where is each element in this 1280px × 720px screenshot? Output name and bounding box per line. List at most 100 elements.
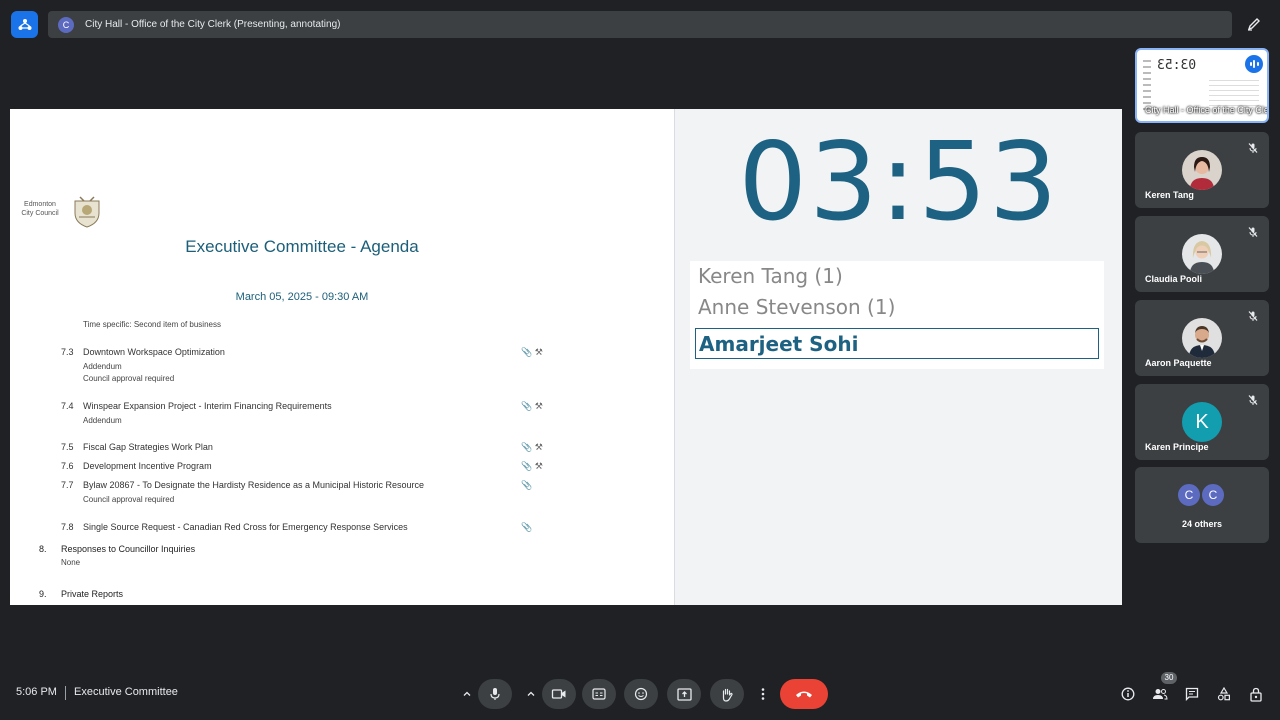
present-screen-icon bbox=[676, 687, 692, 701]
meeting-name: Executive Committee bbox=[74, 686, 178, 698]
others-count-label: 24 others bbox=[1181, 519, 1223, 529]
agenda-section-number: 9. bbox=[39, 589, 47, 599]
avatar bbox=[1182, 234, 1222, 274]
microphone-button[interactable] bbox=[478, 679, 512, 709]
agenda-item-title: Single Source Request - Canadian Red Cro… bbox=[83, 522, 408, 532]
agenda-item-sub: Council approval required bbox=[83, 495, 175, 504]
agenda-item-sub: Addendum bbox=[83, 362, 122, 371]
participant-name: Keren Tang bbox=[1145, 190, 1194, 200]
participant-tile[interactable]: Claudia Pooli bbox=[1135, 216, 1269, 292]
people-icon bbox=[1153, 689, 1168, 700]
camera-icon bbox=[551, 689, 566, 699]
current-speaker: Amarjeet Sohi bbox=[695, 328, 1099, 359]
annotate-button[interactable] bbox=[1242, 12, 1266, 36]
mic-off-icon bbox=[1248, 227, 1258, 237]
participant-tile[interactable]: Aaron Paquette bbox=[1135, 300, 1269, 376]
host-controls-button[interactable] bbox=[1247, 685, 1265, 703]
audio-options-button[interactable] bbox=[458, 679, 476, 709]
video-options-button[interactable] bbox=[522, 679, 540, 709]
attachment-icon[interactable]: 📎 bbox=[521, 522, 532, 533]
agenda-document: Edmonton City Council Executive Committe… bbox=[10, 109, 674, 605]
window-title-bar: C City Hall - Office of the City Clerk (… bbox=[48, 11, 1232, 38]
agenda-item-title: Bylaw 20867 - To Designate the Hardisty … bbox=[83, 480, 424, 490]
agenda-section-title: Responses to Councillor Inquiries bbox=[61, 544, 196, 554]
people-button[interactable] bbox=[1151, 685, 1169, 703]
agenda-item-sub: Addendum bbox=[83, 416, 122, 425]
end-call-icon bbox=[796, 691, 812, 698]
city-crest-icon bbox=[74, 196, 100, 228]
attachment-icon[interactable]: 📎 bbox=[521, 480, 532, 491]
avatar: C bbox=[1200, 482, 1226, 508]
captions-button[interactable] bbox=[582, 679, 616, 709]
agenda-date: March 05, 2025 - 09:30 AM bbox=[235, 291, 369, 303]
avatar: K bbox=[1182, 402, 1222, 442]
agenda-item-number: 7.8 bbox=[61, 522, 74, 532]
chat-icon bbox=[1185, 687, 1199, 701]
attachment-gavel-icon[interactable]: 📎 ⚒ bbox=[521, 401, 543, 412]
participant-name: Claudia Pooli bbox=[1145, 274, 1203, 284]
agenda-item-number: 7.3 bbox=[61, 347, 74, 357]
participant-tile[interactable]: K Karen Principe bbox=[1135, 384, 1269, 460]
present-button[interactable] bbox=[667, 679, 701, 709]
agenda-section-sub: None bbox=[61, 558, 81, 567]
agenda-item-title: Winspear Expansion Project - Interim Fin… bbox=[83, 401, 332, 411]
agenda-section-number: 8. bbox=[39, 544, 47, 554]
agenda-item-title: Development Incentive Program bbox=[83, 461, 212, 471]
avatar: C bbox=[1176, 482, 1202, 508]
chevron-up-icon bbox=[527, 691, 535, 696]
window-title: City Hall - Office of the City Clerk (Pr… bbox=[85, 19, 341, 30]
reactions-button[interactable] bbox=[624, 679, 658, 709]
agenda-item[interactable]: 7.8 Single Source Request - Canadian Red… bbox=[61, 522, 661, 536]
info-icon bbox=[1121, 687, 1135, 701]
agenda-item[interactable]: 7.5 Fiscal Gap Strategies Work Plan 📎 ⚒ bbox=[61, 442, 661, 456]
mini-timer: 03:53 bbox=[1157, 58, 1197, 73]
attachment-gavel-icon[interactable]: 📎 ⚒ bbox=[521, 347, 543, 358]
agenda-item[interactable]: 7.7 Bylaw 20867 - To Designate the Hardi… bbox=[61, 480, 661, 506]
presenter-avatar: C bbox=[58, 16, 74, 33]
attachment-gavel-icon[interactable]: 📎 ⚒ bbox=[521, 461, 543, 472]
agenda-item-title: Fiscal Gap Strategies Work Plan bbox=[83, 442, 213, 452]
agenda-item-sub: Council approval required bbox=[83, 374, 175, 383]
camera-button[interactable] bbox=[542, 679, 576, 709]
microphone-icon bbox=[490, 688, 500, 700]
speaker-queue: Keren Tang (1) Anne Stevenson (1) Amarje… bbox=[690, 261, 1104, 369]
participant-name: Karen Principe bbox=[1145, 442, 1209, 452]
more-vertical-icon bbox=[761, 688, 765, 700]
meeting-details-button[interactable] bbox=[1119, 685, 1137, 703]
raise-hand-button[interactable] bbox=[710, 679, 744, 709]
agenda-section: 9. Private Reports bbox=[39, 589, 639, 603]
agenda-item[interactable]: 7.6 Development Incentive Program 📎 ⚒ bbox=[61, 461, 661, 475]
mic-off-icon bbox=[1248, 143, 1258, 153]
shapes-icon bbox=[1217, 687, 1231, 701]
chevron-up-icon bbox=[463, 691, 471, 696]
agenda-item-sub: Time specific: Second item of business bbox=[83, 320, 221, 329]
app-logo[interactable] bbox=[11, 11, 38, 38]
avatar bbox=[1182, 318, 1222, 358]
chat-button[interactable] bbox=[1183, 685, 1201, 703]
captions-icon bbox=[592, 688, 606, 700]
meeting-clock: 5:06 PM bbox=[16, 686, 57, 698]
participant-count-badge: 30 bbox=[1161, 672, 1177, 684]
agenda-item[interactable]: 7.4 Winspear Expansion Project - Interim… bbox=[61, 401, 661, 431]
agenda-section-title: Private Reports bbox=[61, 589, 124, 599]
more-options-button[interactable] bbox=[754, 679, 772, 709]
mic-off-icon bbox=[1248, 395, 1258, 405]
participant-name: Aaron Paquette bbox=[1145, 358, 1212, 368]
participant-tile[interactable]: Keren Tang bbox=[1135, 132, 1269, 208]
activities-button[interactable] bbox=[1215, 685, 1233, 703]
attachment-gavel-icon[interactable]: 📎 ⚒ bbox=[521, 442, 543, 453]
agenda-item[interactable]: 7.3 Downtown Workspace Optimization 📎 ⚒ … bbox=[61, 347, 661, 387]
presentation-self-tile[interactable]: 03:53 City Hall - Office of the City Cle… bbox=[1135, 48, 1269, 123]
others-tile[interactable]: C C 24 others bbox=[1135, 467, 1269, 543]
leave-call-button[interactable] bbox=[780, 679, 828, 709]
people-network-icon bbox=[18, 18, 31, 30]
pen-annotate-icon bbox=[1247, 18, 1260, 31]
speaking-timer: 03:53 bbox=[738, 120, 1060, 245]
avatar bbox=[1182, 150, 1222, 190]
emoji-icon bbox=[634, 687, 648, 701]
speaking-indicator-icon bbox=[1245, 55, 1263, 73]
agenda-section: 8. Responses to Councillor Inquiries Non… bbox=[39, 544, 639, 570]
council-logo-text: Edmonton City Council bbox=[21, 201, 59, 217]
queue-item: Keren Tang (1) bbox=[698, 264, 843, 288]
agenda-title: Executive Committee - Agenda bbox=[185, 237, 419, 256]
